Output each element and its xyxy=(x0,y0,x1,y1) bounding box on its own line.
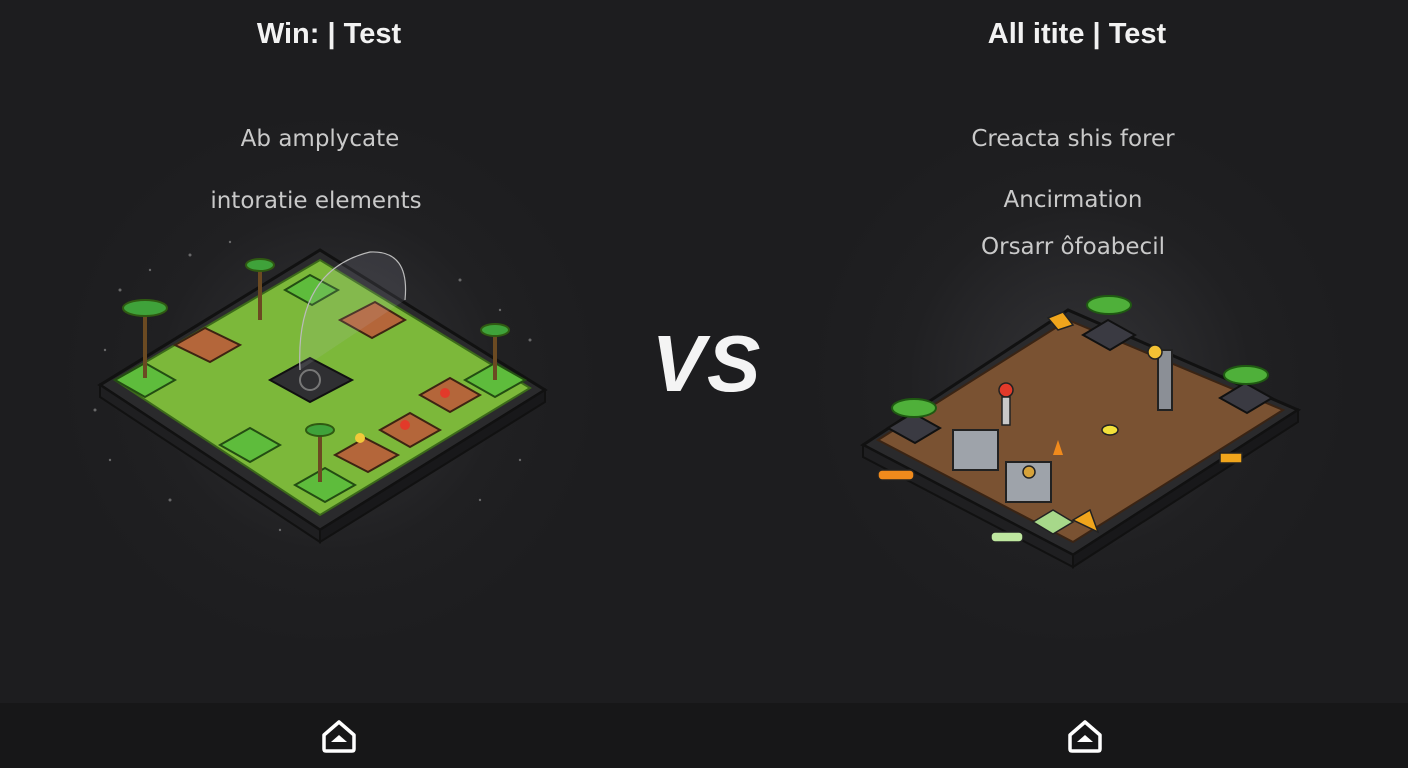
left-panel-line-1: Ab amplycate xyxy=(240,126,400,152)
right-game-board xyxy=(860,295,1302,569)
right-panel-title: All itite | Test xyxy=(987,18,1167,50)
left-panel-line-2: intoratie elements xyxy=(210,188,422,214)
home-icon xyxy=(1068,720,1102,753)
left-panel-title: Win: | Test xyxy=(256,18,402,50)
right-panel-line-1: Creacta shis forer xyxy=(971,126,1175,152)
right-home-button[interactable] xyxy=(1065,716,1105,756)
vs-label: VS xyxy=(651,319,763,408)
left-home-button[interactable] xyxy=(319,716,359,756)
bottom-nav-bar xyxy=(0,703,1408,768)
right-panel-line-2: Ancirmation xyxy=(1003,187,1143,213)
left-game-board xyxy=(93,240,548,544)
home-icon xyxy=(322,720,356,753)
right-panel-line-3: Orsarr ôfoabecil xyxy=(981,234,1165,260)
